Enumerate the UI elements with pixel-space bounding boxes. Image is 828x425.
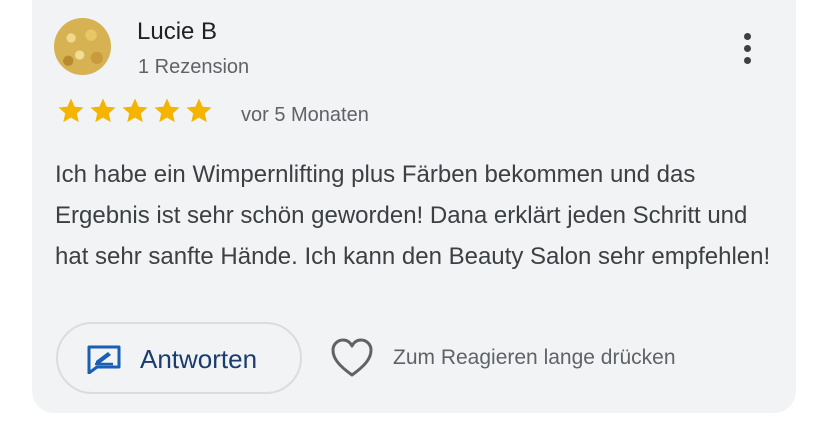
reply-edit-icon [87,345,121,374]
star-icon [154,98,180,123]
heart-icon[interactable] [330,338,374,378]
star-icon [122,98,148,123]
reply-button[interactable]: Antworten [56,322,302,394]
review-date: vor 5 Monaten [241,104,369,126]
review-text: Ich habe ein Wimpernlifting plus Färben … [55,161,771,270]
review-count: 1 Rezension [138,56,250,78]
star-rating [56,96,214,126]
reviewer-name[interactable]: Lucie B [137,18,217,46]
star-icon [186,98,212,123]
reply-button-label: Antworten [140,344,258,374]
more-vert-icon[interactable] [732,28,762,68]
react-hint[interactable]: Zum Reagieren lange drücken [393,346,676,370]
menu-dot [743,56,751,64]
star-icon [58,98,84,123]
star-icon [90,98,116,123]
menu-dot [743,44,751,52]
menu-dot [743,32,751,40]
avatar[interactable] [54,18,111,75]
